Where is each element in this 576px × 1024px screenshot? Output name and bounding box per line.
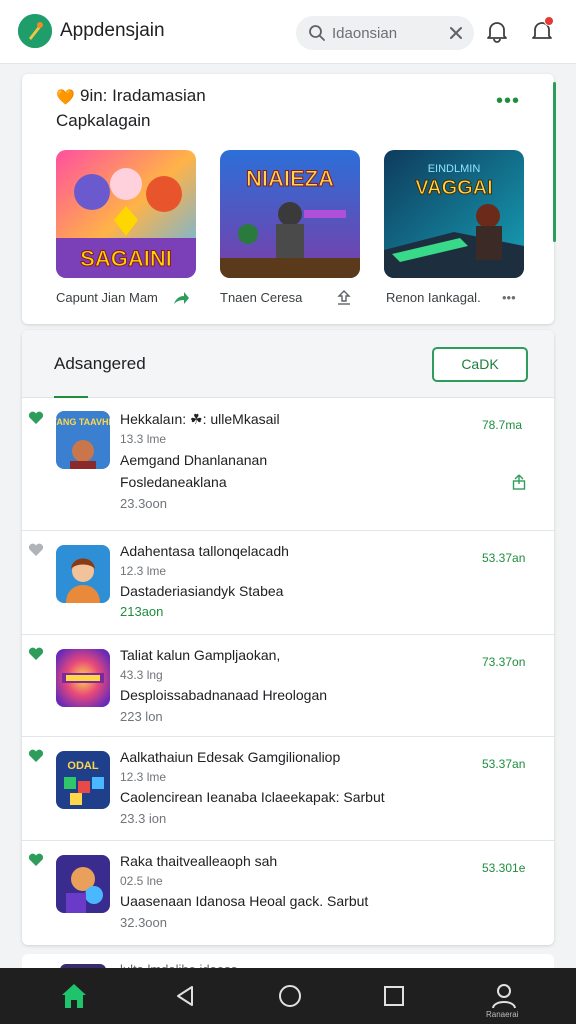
app-logo-icon[interactable]	[18, 14, 52, 48]
download-count: 23.3 ion	[120, 811, 167, 826]
app-title: Raka thaitvealleaoph sah	[120, 853, 278, 869]
bell-icon[interactable]	[484, 18, 510, 44]
download-icon[interactable]	[336, 290, 352, 311]
featured-title: 9in: Iradamasian	[80, 86, 206, 105]
profile-icon[interactable]	[488, 980, 520, 1012]
app-icon[interactable]: TANG TAAVHE	[56, 411, 110, 469]
list-header: Adsangered CaDK	[22, 330, 554, 398]
featured-card: 🧡 9in: Iradamasian Capkalagain ••• SAGAI…	[22, 74, 554, 324]
app-title: Taliat kalun Gampljaokan,	[120, 647, 281, 663]
list-title: Adsangered	[54, 354, 146, 373]
recents-icon[interactable]	[378, 980, 410, 1012]
more-icon[interactable]: •••	[502, 290, 516, 305]
featured-tile-label-3[interactable]: Renon Iankagal.	[386, 290, 481, 305]
app-size: 12.3 lme	[120, 564, 167, 578]
featured-emoji: 🧡	[56, 89, 75, 106]
svg-text:TANG TAAVHE: TANG TAAVHE	[56, 417, 110, 427]
more-dots-icon[interactable]: •••	[496, 91, 520, 111]
app-description: Dastaderiasiandyk Stabea	[120, 583, 284, 599]
svg-text:VAGGAI: VAGGAI	[415, 177, 492, 199]
app-title: Hekkalaın: ☘: ulleMkasail	[120, 411, 280, 427]
heart-icon[interactable]	[28, 543, 44, 562]
featured-tile-label-2[interactable]: Tnaen Ceresa	[220, 290, 302, 305]
app-title: Aalkathaiun Edesak Gamgilionaliop	[120, 749, 341, 765]
app-screen: Appdensjain Idaonsian 🧡 9in: Iradamasian…	[0, 0, 576, 1024]
download-count: 213aon	[120, 604, 164, 619]
app-size: 02.5 lne	[120, 874, 163, 888]
app-description: Desploissabadnanaad Hreologan	[120, 687, 328, 703]
svg-text:ODAL: ODAL	[67, 760, 98, 772]
app-icon[interactable]	[56, 855, 110, 913]
rating: 78.7ma	[482, 418, 523, 432]
heart-icon[interactable]	[28, 749, 44, 768]
app-icon[interactable]	[56, 649, 110, 707]
list-item[interactable]: Taliat kalun Gampljaokan, 43.3 lng Despl…	[22, 635, 554, 737]
download-count: 32.3oon	[120, 915, 167, 930]
heart-icon[interactable]	[28, 853, 44, 872]
svg-text:NIAIEZA: NIAIEZA	[246, 166, 334, 191]
download-count: 23.3oon	[120, 496, 167, 511]
download-count: 223 lon	[120, 709, 163, 724]
back-icon[interactable]	[170, 980, 202, 1012]
app-icon[interactable]: ODAL	[56, 751, 110, 809]
app-description-2: Fosledaneaklana	[120, 474, 227, 490]
list-item[interactable]: Raka thaitvealleaoph sah 02.5 lne Uaasen…	[22, 841, 554, 945]
app-size: 12.3 lme	[120, 770, 167, 784]
app-title: Appdensjain	[60, 20, 165, 41]
bottom-navigation-bar: Ranaerai	[0, 968, 576, 1024]
featured-tile-label-1[interactable]: Capunt Jian Mam	[56, 290, 158, 305]
svg-text:SAGAINI: SAGAINI	[80, 246, 172, 271]
heart-icon[interactable]	[28, 411, 44, 430]
search-input[interactable]	[332, 22, 442, 44]
rating: 53.301e	[482, 861, 526, 875]
notification-badge	[544, 16, 554, 26]
share-up-icon[interactable]	[512, 474, 526, 495]
notification-alert-icon[interactable]	[530, 16, 556, 44]
app-size: 13.3 lme	[120, 432, 167, 446]
tab-indicator	[54, 396, 88, 398]
rating: 53.37an	[482, 551, 526, 565]
list-item[interactable]: TANG TAAVHE Hekkalaın: ☘: ulleMkasail 13…	[22, 399, 554, 531]
home-circle-icon[interactable]	[274, 980, 306, 1012]
list-item[interactable]: Adahentasa tallonqelacadh 12.3 lme Dasta…	[22, 531, 554, 635]
rating: 53.37an	[482, 757, 526, 771]
app-size: 43.3 lng	[120, 668, 163, 682]
featured-subtitle: Capkalagain	[56, 111, 151, 130]
app-title: Adahentasa tallonqelacadh	[120, 543, 289, 559]
search-bar[interactable]	[296, 16, 474, 50]
scroll-indicator	[553, 82, 556, 242]
svg-text:EINDLMIN: EINDLMIN	[428, 163, 481, 175]
share-icon[interactable]	[172, 290, 190, 311]
profile-label: Ranaerai	[486, 1010, 519, 1019]
app-list-card: Adsangered CaDK TANG TAAVHE Hekkalaın: ☘…	[22, 330, 554, 945]
app-description: Aemgand Dhanlananan	[120, 452, 268, 468]
featured-game-tile-2[interactable]: NIAIEZA	[220, 150, 360, 278]
rating: 73.37on	[482, 655, 526, 669]
heart-icon[interactable]	[28, 647, 44, 666]
app-description: Caolencirean Ieanaba Iclaeekapak: Sarbut	[120, 789, 385, 805]
close-icon[interactable]	[448, 25, 464, 46]
featured-game-tile-1[interactable]: SAGAINI	[56, 150, 196, 278]
home-icon[interactable]	[58, 980, 90, 1012]
list-item[interactable]: ODAL Aalkathaiun Edesak Gamgilionaliop 1…	[22, 737, 554, 841]
search-icon	[308, 24, 326, 47]
top-app-bar: Appdensjain	[0, 0, 576, 64]
app-icon[interactable]	[56, 545, 110, 603]
check-button[interactable]: CaDK	[432, 347, 528, 382]
featured-game-tile-3[interactable]: EINDLMIN VAGGAI	[384, 150, 524, 278]
app-description: Uaasenaan Idanosa Heoal gack. Sarbut	[120, 893, 369, 909]
